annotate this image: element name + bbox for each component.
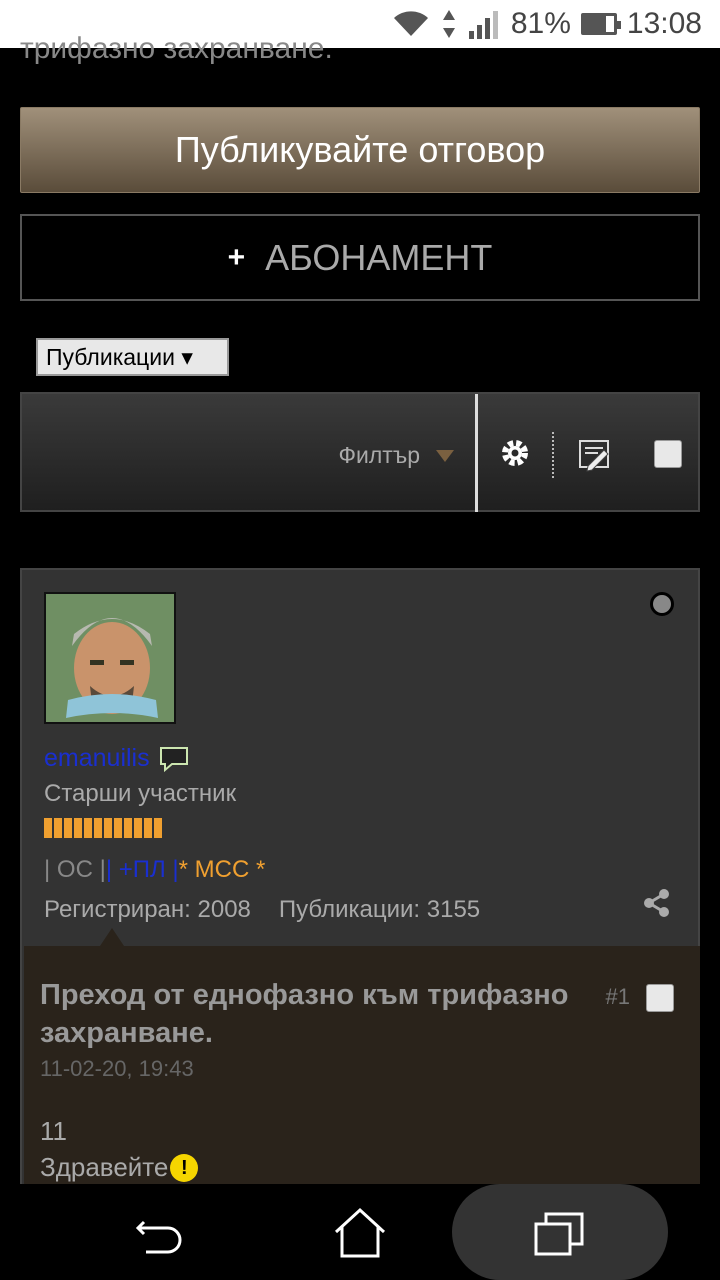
view-select-value: Публикации ▾ bbox=[46, 343, 193, 370]
filter-label: Филтър bbox=[338, 442, 420, 468]
back-icon[interactable] bbox=[130, 1204, 190, 1264]
post-content: Преход от еднофазно към трифазно захранв… bbox=[24, 928, 700, 1210]
plus-icon: + bbox=[227, 240, 246, 274]
exclamation-emoji-icon: ! bbox=[170, 1153, 199, 1182]
filter-dropdown[interactable]: Филтър bbox=[339, 442, 454, 469]
view-select[interactable]: Публикации ▾ bbox=[36, 338, 229, 376]
post-select-checkbox[interactable] bbox=[646, 984, 674, 1012]
post-count: Публикации: 3155 bbox=[278, 896, 481, 923]
avatar[interactable] bbox=[44, 592, 176, 724]
share-icon[interactable] bbox=[642, 888, 672, 918]
data-arrows-icon bbox=[442, 10, 455, 38]
dropdown-arrow-icon bbox=[436, 449, 454, 462]
username-row: emanuilis bbox=[44, 744, 190, 773]
subscribe-button[interactable]: + АБОНАМЕНТ bbox=[20, 214, 700, 301]
post-number-link[interactable]: #1 bbox=[606, 984, 630, 1010]
signature-part-1: | ОС | bbox=[44, 856, 106, 883]
gear-icon[interactable] bbox=[500, 438, 530, 468]
clock: 13:08 bbox=[626, 7, 702, 40]
previous-title-fragment: трифазно захранване. bbox=[20, 32, 333, 65]
battery-percent: 81% bbox=[510, 7, 571, 40]
filter-toolbar: Филтър bbox=[20, 392, 700, 512]
post-body-line-2: Здравейте ! bbox=[40, 1152, 199, 1183]
post-body-text: Здравейте bbox=[40, 1152, 169, 1182]
post-body-line-1: 11 bbox=[40, 1116, 67, 1146]
online-status-indicator bbox=[650, 592, 674, 616]
registered-date: Регистриран: 2008 bbox=[44, 896, 251, 923]
post-reply-button[interactable]: Публикувайте отговор bbox=[20, 107, 700, 193]
message-icon[interactable] bbox=[158, 745, 190, 773]
username-link[interactable]: emanuilis bbox=[44, 744, 150, 773]
speech-caret bbox=[100, 928, 124, 946]
avatar-image bbox=[46, 594, 174, 722]
post-title: Преход от еднофазно към трифазно захранв… bbox=[40, 979, 569, 1049]
edit-icon[interactable] bbox=[578, 438, 612, 472]
battery-icon bbox=[580, 13, 621, 35]
android-nav-bar bbox=[0, 1184, 720, 1280]
toolbar-separator bbox=[552, 432, 554, 478]
signal-icon bbox=[468, 11, 498, 39]
post-date: 11-02-20, 19:43 bbox=[40, 1056, 194, 1081]
user-title: Старши участник bbox=[44, 780, 237, 807]
recent-apps-icon[interactable] bbox=[530, 1204, 590, 1264]
subscribe-label: АБОНАМЕНТ bbox=[265, 236, 493, 278]
toolbar-divider bbox=[475, 394, 478, 512]
user-meta: Регистриран: 2008 Публикации: 3155 bbox=[44, 896, 480, 924]
signature-part-3: * МСС * bbox=[178, 856, 266, 883]
user-signature: | ОС || +ПЛ |* МСС * bbox=[44, 856, 265, 884]
wifi-icon bbox=[393, 11, 428, 36]
post-card: emanuilis Старши участник | ОС || +ПЛ |*… bbox=[20, 568, 700, 1210]
home-icon[interactable] bbox=[330, 1204, 390, 1264]
select-all-checkbox[interactable] bbox=[654, 440, 682, 468]
reputation-bar bbox=[44, 818, 162, 838]
signature-part-2: | +ПЛ | bbox=[105, 856, 179, 883]
